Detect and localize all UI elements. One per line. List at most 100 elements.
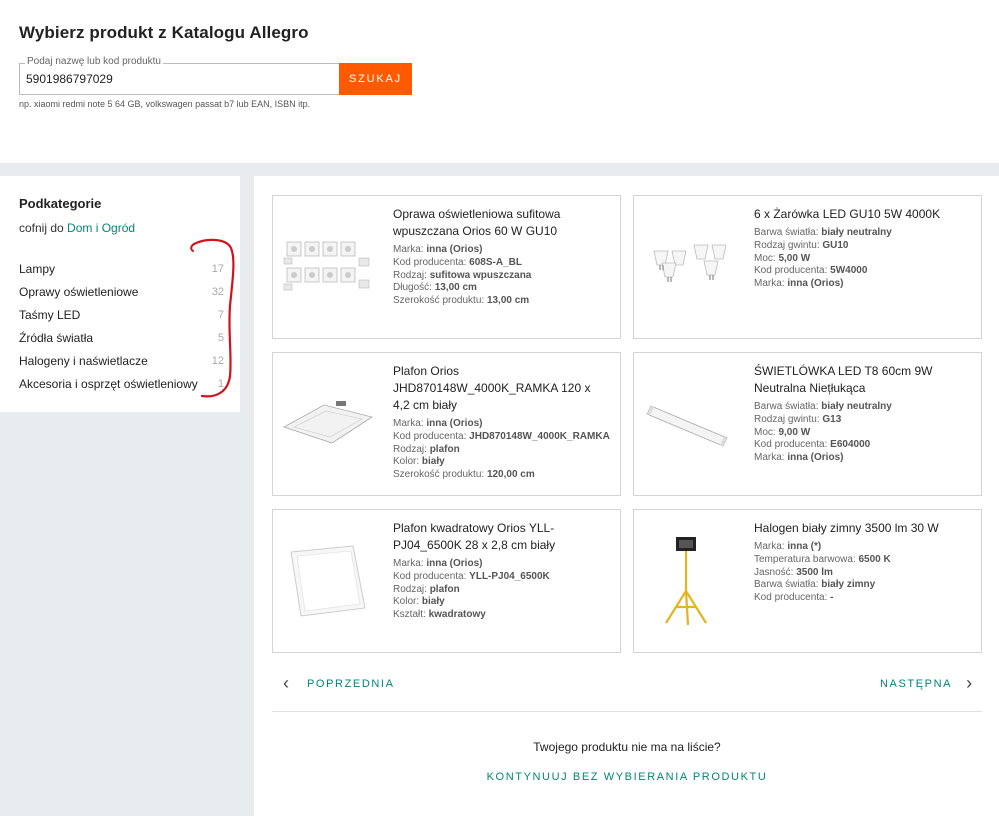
product-attribute: Kod producenta: 5W4000: [754, 265, 971, 278]
attribute-value: 13,00 cm: [486, 295, 530, 307]
attribute-key: Kod producenta:: [754, 265, 831, 277]
category-label: Halogeny i naświetlacze: [19, 353, 148, 368]
category-count: 1: [217, 377, 224, 390]
product-attribute: Barwa światła: biały neutralny: [754, 401, 971, 414]
page-title: Wybierz produkt z Katalogu Allegro: [19, 23, 309, 42]
product-info: 6 x Żarówka LED GU10 5W 4000K Barwa świa…: [754, 206, 971, 291]
product-attribute: Marka: inna (*): [754, 541, 971, 554]
attribute-value: sufitowa wpuszczana: [429, 269, 532, 281]
halogen-tripod-image: [665, 537, 707, 626]
attribute-value: E604000: [830, 439, 871, 451]
product-attribute: Kod producenta: YLL-PJ04_6500K: [393, 571, 610, 584]
product-attribute: Barwa światła: biały zimny: [754, 579, 971, 592]
attribute-value: YLL-PJ04_6500K: [469, 570, 550, 582]
product-attribute: Szerokość produktu: 13,00 cm: [393, 295, 610, 308]
attribute-key: Kod producenta:: [393, 430, 470, 442]
next-label: NASTĘPNA: [880, 677, 953, 690]
attribute-key: Rodzaj:: [393, 583, 430, 595]
search-field[interactable]: Podaj nazwę lub kod produktu: [19, 56, 339, 95]
recessed-lights-image: [283, 241, 370, 291]
attribute-key: Marka:: [393, 244, 427, 255]
category-item[interactable]: Taśmy LED 7: [19, 303, 224, 326]
category-list: Lampy 17 Oprawy oświetleniowe 32 Taśmy LED…: [19, 257, 224, 395]
product-attribute: Kolor: biały: [393, 456, 610, 469]
category-label: Taśmy LED: [19, 307, 81, 322]
attribute-value: inna (Orios): [787, 278, 844, 290]
product-attribute: Rodzaj gwintu: G13: [754, 414, 971, 427]
product-card[interactable]: Plafon kwadratowy Orios YLL-PJ04_6500K 2…: [272, 509, 621, 653]
attribute-value: inna (Orios): [426, 244, 483, 255]
product-attribute: Kod producenta: JHD870148W_4000K_RAMKA: [393, 431, 610, 444]
category-label: Oprawy oświetleniowe: [19, 284, 139, 299]
attribute-value: 13,00 cm: [434, 282, 477, 294]
product-attribute: Kod producenta: E604000: [754, 439, 971, 452]
next-page-button[interactable]: NASTĘPNA ›: [880, 673, 972, 694]
product-title: Plafon kwadratowy Orios YLL-PJ04_6500K 2…: [393, 521, 556, 552]
attribute-value: biały neutralny: [821, 401, 892, 412]
attribute-key: Rodzaj gwintu:: [754, 413, 823, 425]
product-attribute: Rodzaj: plafon: [393, 444, 610, 457]
continue-without-product-link[interactable]: KONTYNUUJ BEZ WYBIERANIA PRODUKTU: [272, 771, 982, 783]
led-tube-image: [646, 405, 728, 447]
product-card[interactable]: Oprawa oświetleniowa sufitowa wpuszczana…: [272, 195, 621, 339]
attribute-key: Temperatura barwowa:: [754, 553, 859, 565]
product-attribute: Moc: 5,00 W: [754, 253, 971, 266]
product-card[interactable]: 6 x Żarówka LED GU10 5W 4000K Barwa świa…: [633, 195, 982, 339]
product-card[interactable]: Plafon Orios JHD870148W_4000K_RAMKA 120 …: [272, 352, 621, 496]
attribute-value: biały neutralny: [821, 227, 892, 238]
product-attribute: Temperatura barwowa: 6500 K: [754, 554, 971, 567]
previous-page-button[interactable]: ‹ POPRZEDNIA: [283, 673, 395, 694]
category-item[interactable]: Źródła światła 5: [19, 326, 224, 349]
back-link[interactable]: Dom i Ogród: [67, 221, 135, 235]
attribute-value: plafon: [429, 443, 460, 455]
category-item[interactable]: Oprawy oświetleniowe 32: [19, 280, 224, 303]
divider: [272, 711, 982, 712]
attribute-key: Marka:: [754, 452, 788, 464]
back-to-category: cofnij do Dom i Ogród: [19, 221, 135, 235]
product-title: Oprawa oświetleniowa sufitowa wpuszczana…: [393, 207, 561, 238]
category-item[interactable]: Halogeny i naświetlacze 12: [19, 349, 224, 372]
attribute-value: inna (Orios): [426, 558, 483, 569]
attribute-key: Marka:: [393, 418, 427, 429]
attribute-key: Marka:: [754, 278, 788, 290]
attribute-key: Barwa światła:: [754, 401, 822, 412]
category-item[interactable]: Akcesoria i osprzęt oświetleniowy 1: [19, 372, 224, 395]
category-count: 12: [211, 354, 224, 367]
subcategories-sidebar: Podkategorie cofnij do Dom i Ogród Lampy…: [0, 176, 240, 412]
product-attribute: Kod producenta: -: [754, 592, 971, 605]
product-attribute: Marka: inna (Orios): [754, 452, 971, 465]
product-image: [273, 353, 383, 495]
attribute-value: inna (Orios): [426, 418, 483, 429]
product-info: Oprawa oświetleniowa sufitowa wpuszczana…: [393, 206, 610, 308]
product-info: Plafon Orios JHD870148W_4000K_RAMKA 120 …: [393, 363, 610, 482]
product-image: [273, 196, 383, 338]
category-label: Akcesoria i osprzęt oświetleniowy: [19, 376, 198, 391]
product-attribute: Barwa światła: biały neutralny: [754, 227, 971, 240]
product-card[interactable]: ŚWIETLÓWKA LED T8 60cm 9W Neutralna Nieț…: [633, 352, 982, 496]
attribute-value: inna (Orios): [787, 452, 844, 464]
search-button[interactable]: SZUKAJ: [339, 63, 412, 95]
product-attribute: Kod producenta: 608S-A_BL: [393, 257, 610, 270]
attribute-key: Marka:: [754, 541, 788, 552]
attribute-key: Rodzaj:: [393, 443, 430, 455]
attribute-value: biały zimny: [821, 579, 876, 591]
attribute-key: Szerokość produktu:: [393, 295, 487, 307]
chevron-right-icon: ›: [966, 673, 973, 693]
attribute-value: biały: [421, 596, 445, 608]
attribute-key: Kolor:: [393, 596, 422, 608]
attribute-key: Kod producenta:: [754, 592, 831, 604]
category-count: 32: [211, 285, 224, 298]
attribute-value: biały: [421, 456, 445, 468]
attribute-key: Długość:: [393, 282, 435, 294]
product-attribute: Marka: inna (Orios): [393, 418, 610, 431]
attribute-value: JHD870148W_4000K_RAMKA: [469, 430, 610, 442]
search-label: Podaj nazwę lub kod produktu: [25, 56, 163, 67]
attribute-value: 9,00 W: [778, 426, 811, 438]
search-input[interactable]: [20, 64, 339, 94]
product-card[interactable]: Halogen biały zimny 3500 lm 30 W Marka: …: [633, 509, 982, 653]
category-item[interactable]: Lampy 17: [19, 257, 224, 280]
attribute-key: Rodzaj gwintu:: [754, 239, 823, 251]
attribute-key: Szerokość produktu:: [393, 469, 487, 481]
product-info: Halogen biały zimny 3500 lm 30 W Marka: …: [754, 520, 971, 605]
product-attribute: Rodzaj: sufitowa wpuszczana: [393, 270, 610, 283]
